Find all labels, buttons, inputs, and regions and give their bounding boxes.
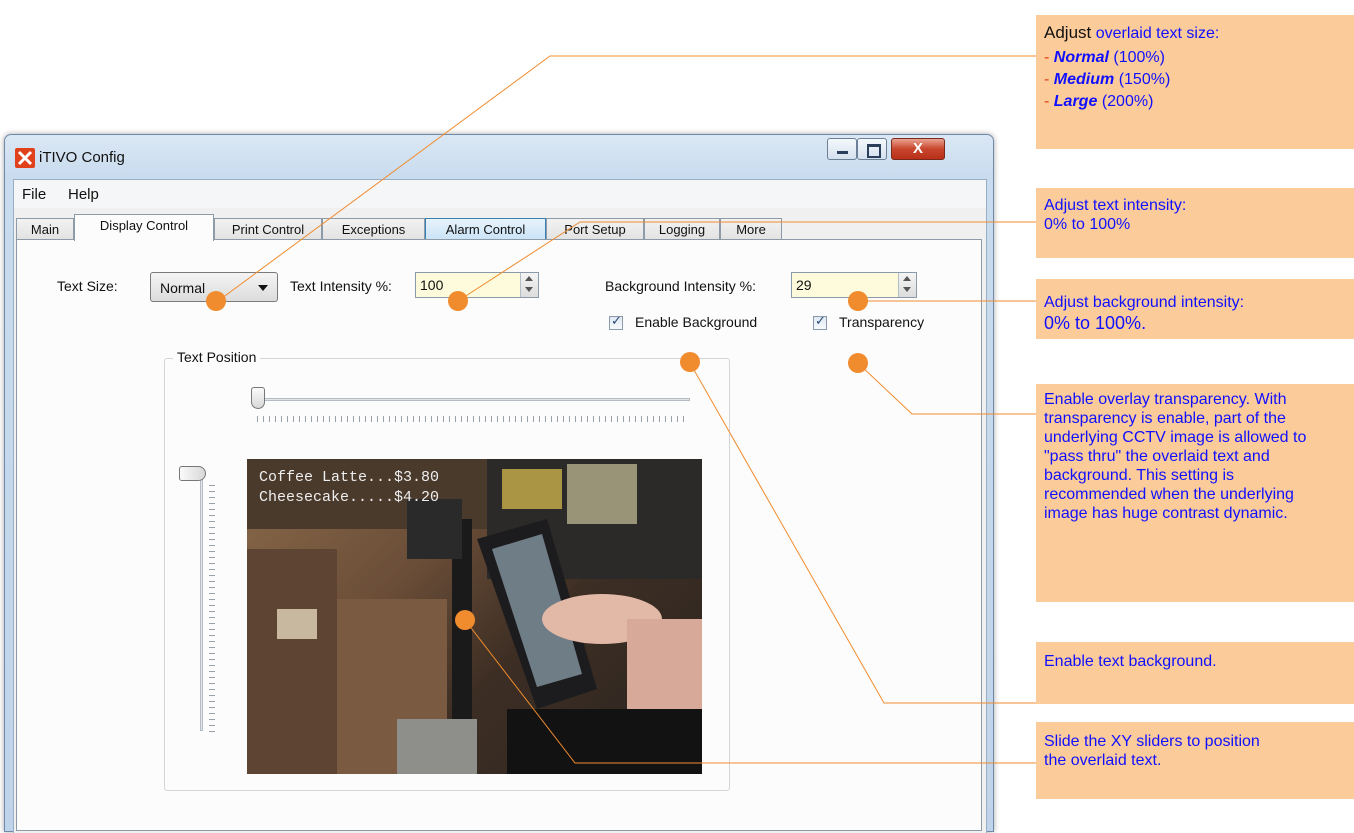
callout-text: Slide the XY sliders to position the ove… (1044, 733, 1260, 769)
background-intensity-callout: Adjust background intensity: 0% to 100%. (1036, 279, 1354, 339)
transparency-callout: Enable overlay transparency. With transp… (1036, 384, 1354, 602)
callout-text: Enable overlay transparency. With transp… (1044, 391, 1307, 522)
size-option-normal: - Normal (100%) (1044, 49, 1165, 66)
callout-line: 0% to 100% (1044, 216, 1131, 233)
background-intensity-marker (848, 291, 868, 311)
text-size-callout: Adjust overlaid text size: - Normal (100… (1036, 15, 1354, 149)
callout-lead-blue: overlaid text size: (1095, 25, 1220, 42)
text-intensity-callout: Adjust text intensity: 0% to 100% (1036, 188, 1354, 258)
callout-lead-black: Adjust (1044, 23, 1092, 42)
enable-background-marker (680, 352, 700, 372)
callout-line: Adjust background intensity: (1044, 294, 1245, 311)
position-marker (455, 610, 475, 630)
tab-display-control[interactable]: Display Control (74, 214, 214, 241)
size-option-large: - Large (200%) (1044, 93, 1154, 110)
callout-line: 0% to 100%. (1044, 313, 1147, 333)
callout-text: Enable text background. (1044, 653, 1217, 670)
callout-line: Adjust text intensity: (1044, 197, 1187, 214)
position-callout: Slide the XY sliders to position the ove… (1036, 722, 1354, 799)
transparency-marker (848, 353, 868, 373)
size-option-medium: - Medium (150%) (1044, 71, 1171, 88)
text-size-marker (206, 291, 226, 311)
enable-background-callout: Enable text background. (1036, 642, 1354, 704)
text-intensity-marker (448, 291, 468, 311)
